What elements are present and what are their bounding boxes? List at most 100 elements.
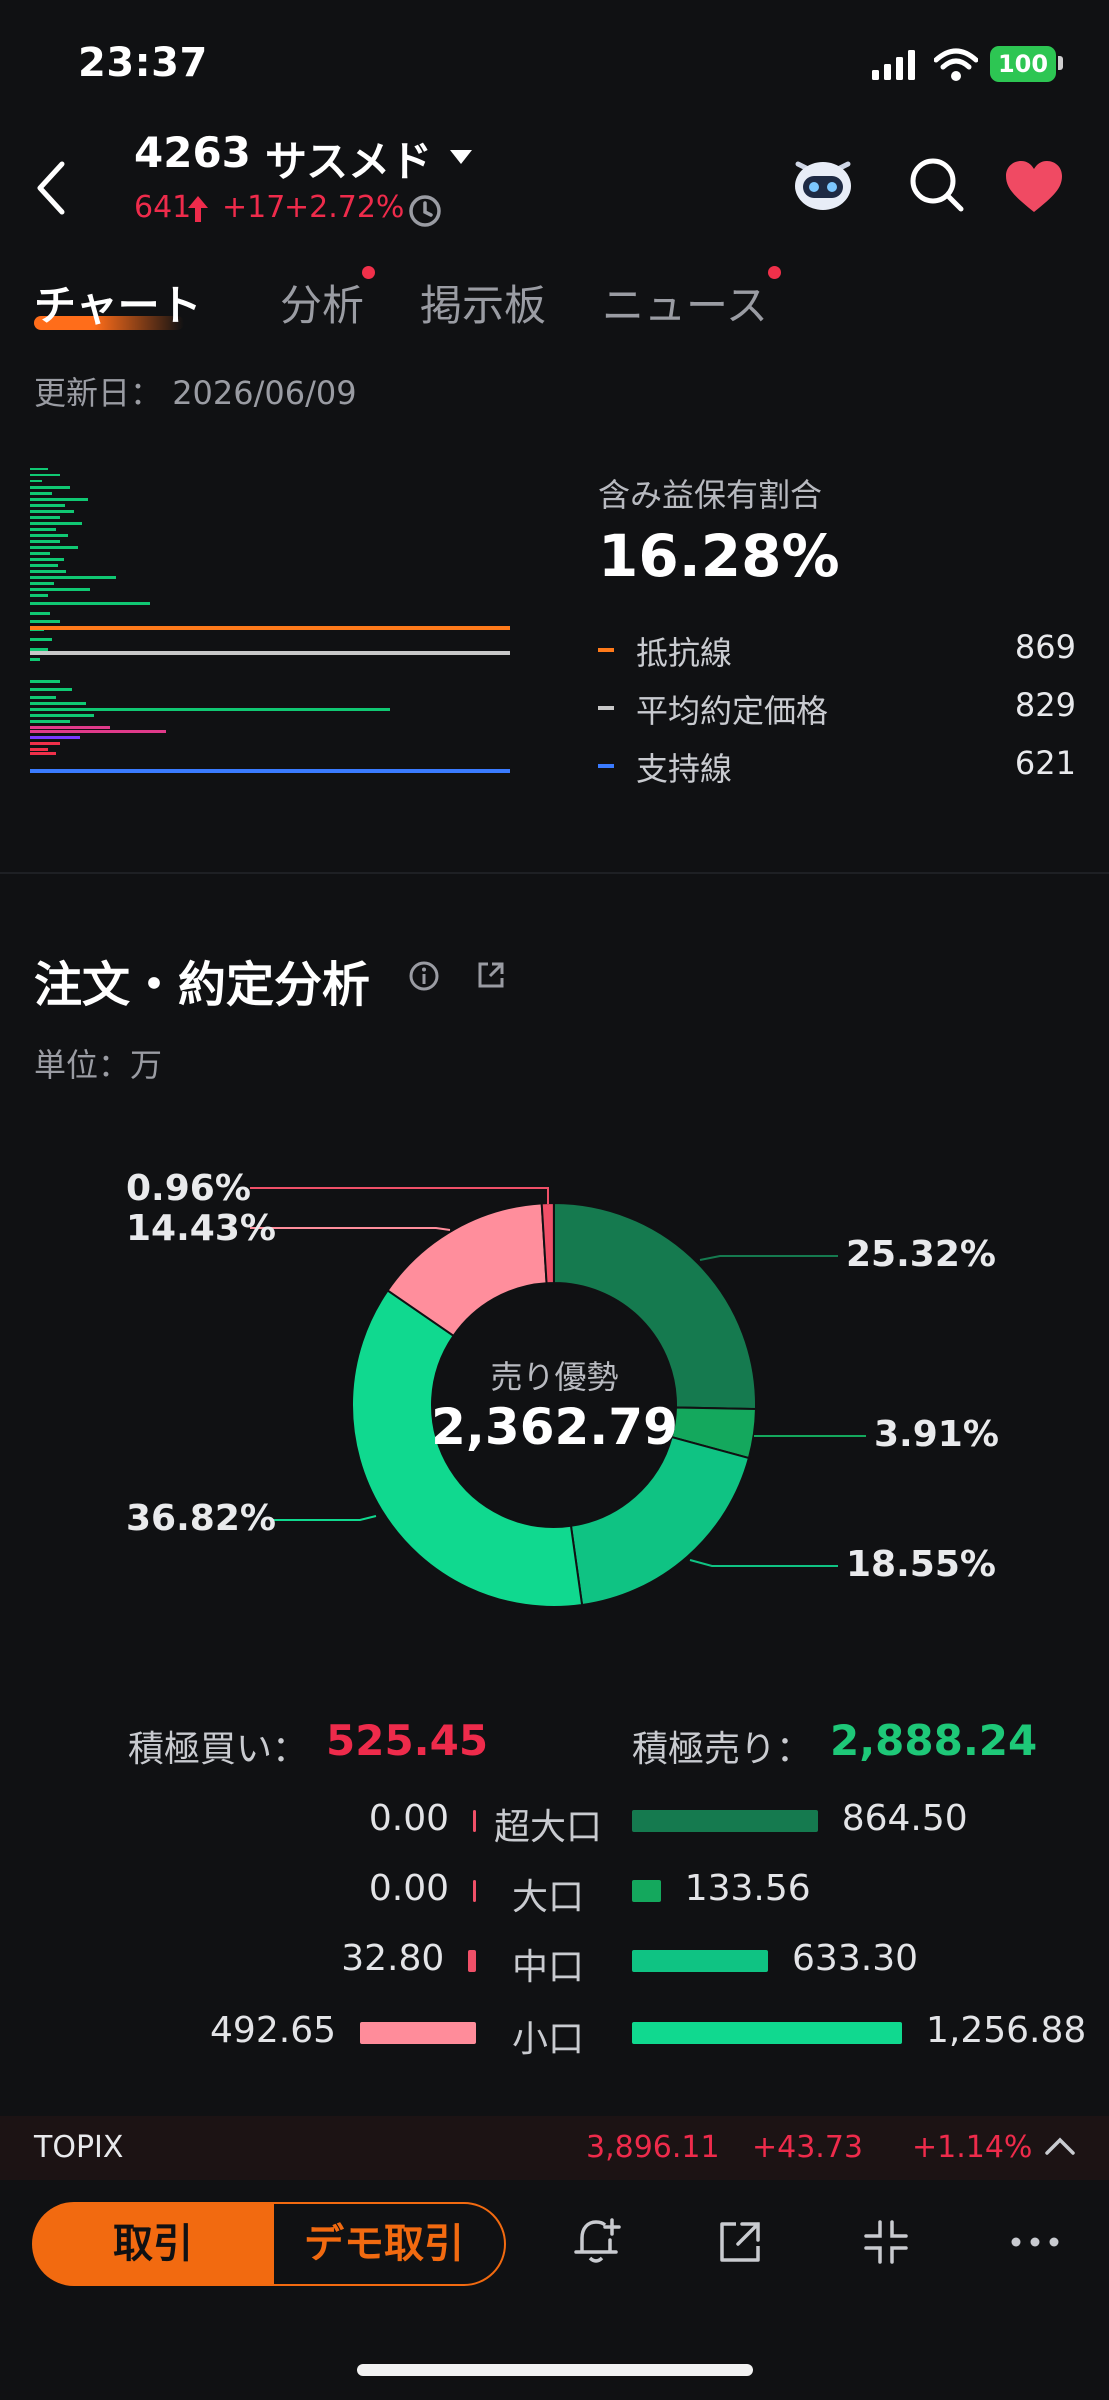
tab-analysis-badge xyxy=(362,266,375,279)
sell-amount: 133.56 xyxy=(684,1868,811,1909)
sell-amount: 864.50 xyxy=(841,1798,968,1839)
more-icon[interactable] xyxy=(1010,2236,1060,2248)
donut-label-36-82: 36.82% xyxy=(126,1498,276,1539)
ticker-change: +43.73 xyxy=(752,2130,864,2165)
legend-label: 平均約定価格 xyxy=(636,692,829,730)
stock-name[interactable]: サスメド xyxy=(265,128,432,189)
home-indicator[interactable] xyxy=(357,2364,753,2376)
stock-price: 641 xyxy=(134,190,192,225)
order-size-category: 超大口 xyxy=(493,1807,602,1848)
legend-value: 869 xyxy=(1014,628,1076,666)
chip-ratio-title: 含み益保有割合 xyxy=(598,476,823,514)
share-icon[interactable] xyxy=(716,2216,766,2266)
chip-bars-upper xyxy=(30,468,150,661)
stock-change-pct: +2.72% xyxy=(284,190,405,225)
donut-label-25-32: 25.32% xyxy=(846,1234,996,1275)
donut-center-label: 売り優勢 xyxy=(490,1358,619,1396)
legend-value: 829 xyxy=(1014,686,1076,724)
clock-icon[interactable] xyxy=(408,194,442,228)
chip-bars-lower xyxy=(30,680,390,755)
support-line xyxy=(30,769,510,773)
legend-resistance: 抵抗線 869 xyxy=(598,628,1076,672)
wifi-icon xyxy=(934,48,978,81)
update-label: 更新日： xyxy=(34,374,163,412)
buy-bar xyxy=(473,1880,476,1902)
unit-label: 単位：万 xyxy=(34,1046,163,1084)
order-breakdown-row: 0.00 大口 133.56 xyxy=(0,1868,1109,1918)
legend-swatch xyxy=(598,706,614,710)
order-breakdown-row: 32.80 中口 633.30 xyxy=(0,1938,1109,1988)
ticker-name: TOPIX xyxy=(34,2130,124,2165)
donut-center-value: 2,362.79 xyxy=(431,1398,678,1456)
resistance-line xyxy=(30,626,510,630)
buy-bar xyxy=(360,2022,476,2044)
active-buy-total: 525.45 xyxy=(326,1716,489,1765)
robot-icon[interactable] xyxy=(790,150,856,216)
tab-news[interactable]: ニュース xyxy=(602,272,768,333)
buy-amount: 0.00 xyxy=(368,1798,449,1839)
chip-ratio-value: 16.28% xyxy=(598,522,840,590)
chevron-up-icon[interactable] xyxy=(1044,2136,1076,2156)
legend-average-price: 平均約定価格 829 xyxy=(598,686,1076,730)
order-size-category: 小口 xyxy=(511,2019,584,2060)
search-icon[interactable] xyxy=(908,156,966,214)
ticker-price: 3,896.11 xyxy=(586,2130,720,2165)
buy-bar xyxy=(473,1810,476,1832)
active-sell-total: 2,888.24 xyxy=(830,1716,1038,1765)
tab-news-badge xyxy=(768,266,781,279)
chip-distribution-chart[interactable] xyxy=(30,462,516,794)
stock-code[interactable]: 4263 xyxy=(134,128,251,177)
share-icon[interactable] xyxy=(476,960,506,990)
leader-14-43 xyxy=(250,1227,451,1231)
heart-icon[interactable] xyxy=(1004,160,1064,214)
order-size-category: 大口 xyxy=(511,1877,584,1918)
sell-bar xyxy=(632,1950,769,1972)
sell-bar xyxy=(632,1810,818,1832)
leader-18-55 xyxy=(689,1559,838,1567)
order-breakdown-row: 492.65 小口 1,256.88 xyxy=(0,2010,1109,2060)
up-arrow-icon xyxy=(188,196,208,222)
donut-label-18-55: 18.55% xyxy=(846,1544,996,1585)
battery-indicator: 100 xyxy=(990,46,1056,82)
tab-board[interactable]: 掲示板 xyxy=(420,272,546,333)
order-analysis-title: 注文・約定分析 xyxy=(34,957,371,1013)
battery-tip xyxy=(1058,56,1063,70)
bell-plus-icon[interactable] xyxy=(572,2214,622,2268)
tab-chart[interactable]: チャート xyxy=(34,272,202,333)
buy-amount: 0.00 xyxy=(368,1868,449,1909)
buy-amount: 32.80 xyxy=(341,1938,445,1979)
order-breakdown-row: 0.00 超大口 864.50 xyxy=(0,1798,1109,1848)
donut-label-0-96: 0.96% xyxy=(126,1168,251,1209)
buy-bar xyxy=(468,1950,476,1972)
demo-trade-button[interactable]: デモ取引 xyxy=(262,2202,506,2286)
legend-swatch xyxy=(598,764,614,768)
legend-label: 支持線 xyxy=(636,750,733,788)
donut-segment[interactable] xyxy=(569,1435,751,1607)
index-ticker[interactable]: TOPIX 3,896.11 +43.73 +1.14% xyxy=(0,2116,1109,2180)
info-icon[interactable] xyxy=(408,960,440,992)
legend-swatch xyxy=(598,648,614,652)
update-value: 2026/06/09 xyxy=(172,374,357,412)
legend-label: 抵抗線 xyxy=(636,634,733,672)
leader-25-32 xyxy=(699,1255,838,1261)
back-icon[interactable] xyxy=(34,160,68,216)
leader-0-96 xyxy=(250,1187,549,1204)
chevron-down-icon[interactable] xyxy=(450,150,472,164)
trade-button[interactable]: 取引 xyxy=(32,2202,274,2286)
buy-amount: 492.65 xyxy=(210,2010,336,2051)
compress-icon[interactable] xyxy=(862,2218,910,2266)
order-size-category: 中口 xyxy=(511,1947,584,1988)
legend-value: 621 xyxy=(1014,744,1076,782)
update-date: 更新日： 2026/06/09 xyxy=(34,368,357,414)
section-divider xyxy=(0,872,1109,874)
active-buy-label: 積極買い： xyxy=(128,1729,309,1770)
active-sell-label: 積極売り： xyxy=(632,1729,813,1770)
sell-bar xyxy=(632,1880,661,1902)
tab-analysis[interactable]: 分析 xyxy=(280,272,364,333)
stock-change: +17 xyxy=(222,190,286,225)
sell-amount: 1,256.88 xyxy=(926,2010,1087,2051)
leader-36-82 xyxy=(270,1515,377,1521)
average-price-line xyxy=(30,651,510,655)
status-time: 23:37 xyxy=(78,40,208,86)
sell-amount: 633.30 xyxy=(792,1938,918,1979)
